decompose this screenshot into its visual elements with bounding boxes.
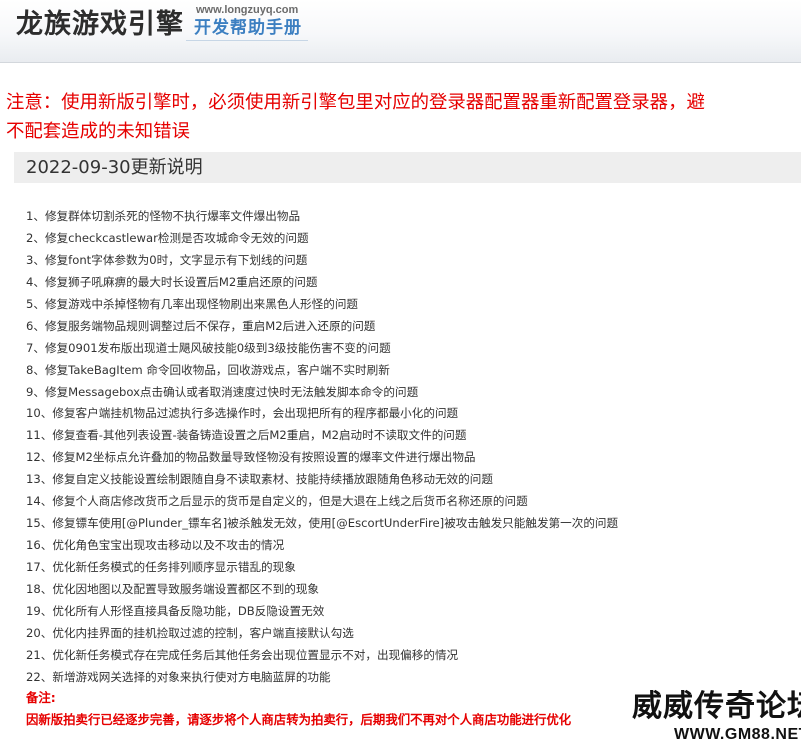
manual-subtitle: 开发帮助手册 (194, 18, 302, 38)
list-item: 19、优化所有人形怪直接具备反隐功能，DB反隐设置无效 (26, 603, 325, 618)
list-item: 17、优化新任务模式的任务排列顺序显示错乱的现象 (26, 560, 296, 574)
list-item: 6、修复服务端物品规则调整过后不保存，重启M2后进入还原的问题 (26, 318, 376, 333)
changelog-list: 1、修复群体切割杀死的怪物不执行爆率文件爆出物品 2、修复checkcastle… (26, 206, 786, 689)
list-item: 2、修复checkcastlewar检测是否攻城命令无效的问题 (26, 230, 309, 245)
site-url[interactable]: www.longzuyq.com (196, 4, 298, 17)
list-item: 11、修复查看-其他列表设置-装备铸造设置之后M2重启，M2启动时不读取文件的问… (26, 428, 467, 443)
list-item: 21、优化新任务模式存在完成任务后其他任务会出现位置显示不对，出现偏移的情况 (26, 647, 459, 662)
subtitle-divider (186, 40, 308, 41)
site-logo[interactable]: 龙族游戏引擎 (16, 8, 184, 42)
watermark-text: 威威传奇论坛 (632, 689, 801, 724)
list-item: 7、修复0901发布版出现道士飓风破技能0级到3级技能伤害不变的问题 (26, 340, 391, 355)
list-item: 4、修复狮子吼麻痹的最大时长设置后M2重启还原的问题 (26, 274, 318, 289)
forum-watermark: 威威传奇论坛 WWW.GM88.NET (626, 688, 801, 746)
warning-notice: 注意：使用新版引擎时，必须使用新引擎包里对应的登录器配置器重新配置登录器，避 不… (6, 88, 801, 146)
list-item: 1、修复群体切割杀死的怪物不执行爆率文件爆出物品 (26, 209, 301, 223)
list-item: 3、修复font字体参数为0时，文字显示有下划线的问题 (26, 252, 308, 267)
list-item: 10、修复客户端挂机物品过滤执行多选操作时，会出现把所有的程序都最小化的问题 (26, 406, 459, 421)
list-item: 14、修复个人商店修改货币之后显示的货币是自定义的，但是大退在上线之后货币名称还… (26, 494, 528, 509)
list-item: 16、优化角色宝宝出现攻击移动以及不攻击的情况 (26, 538, 285, 553)
list-item: 12、修复M2坐标点允许叠加的物品数量导致怪物没有按照设置的爆率文件进行爆出物品 (26, 450, 476, 465)
list-item: 5、修复游戏中杀掉怪物有几率出现怪物刷出来黑色人形怪的问题 (26, 296, 359, 311)
list-item: 8、修复TakeBagItem 命令回收物品，回收游戏点，客户端不实时刷新 (26, 362, 390, 377)
list-item: 18、优化因地图以及配置导致服务端设置都区不到的现象 (26, 581, 320, 596)
section-title: 2022-09-30更新说明 (26, 157, 203, 178)
list-item: 20、优化内挂界面的挂机捡取过滤的控制，客户端直接默认勾选 (26, 625, 354, 640)
list-item: 22、新增游戏网关选择的对象来执行使对方电脑蓝屏的功能 (26, 669, 331, 684)
remark-label: 备注: (26, 690, 56, 705)
warning-notice-line-2: 不配套造成的未知错误 (6, 121, 190, 142)
list-item: 13、修复自定义技能设置绘制跟随自身不读取素材、技能持续播放跟随角色移动无效的问… (26, 472, 493, 487)
watermark-url: WWW.GM88.NET (674, 726, 801, 743)
list-item: 15、修复镖车使用[@Plunder_镖车名]被杀触发无效，使用[@Escort… (26, 516, 619, 531)
list-item: 9、修复Messagebox点击确认或者取消速度过快时无法触发脚本命令的问题 (26, 384, 419, 399)
help-page: 龙族游戏引擎 www.longzuyq.com 开发帮助手册 注意：使用新版引擎… (0, 0, 801, 746)
section-header: 2022-09-30更新说明 (14, 152, 801, 183)
site-header: 龙族游戏引擎 www.longzuyq.com 开发帮助手册 (0, 0, 801, 63)
warning-notice-line-1: 注意：使用新版引擎时，必须使用新引擎包里对应的登录器配置器重新配置登录器，避 (6, 92, 705, 113)
